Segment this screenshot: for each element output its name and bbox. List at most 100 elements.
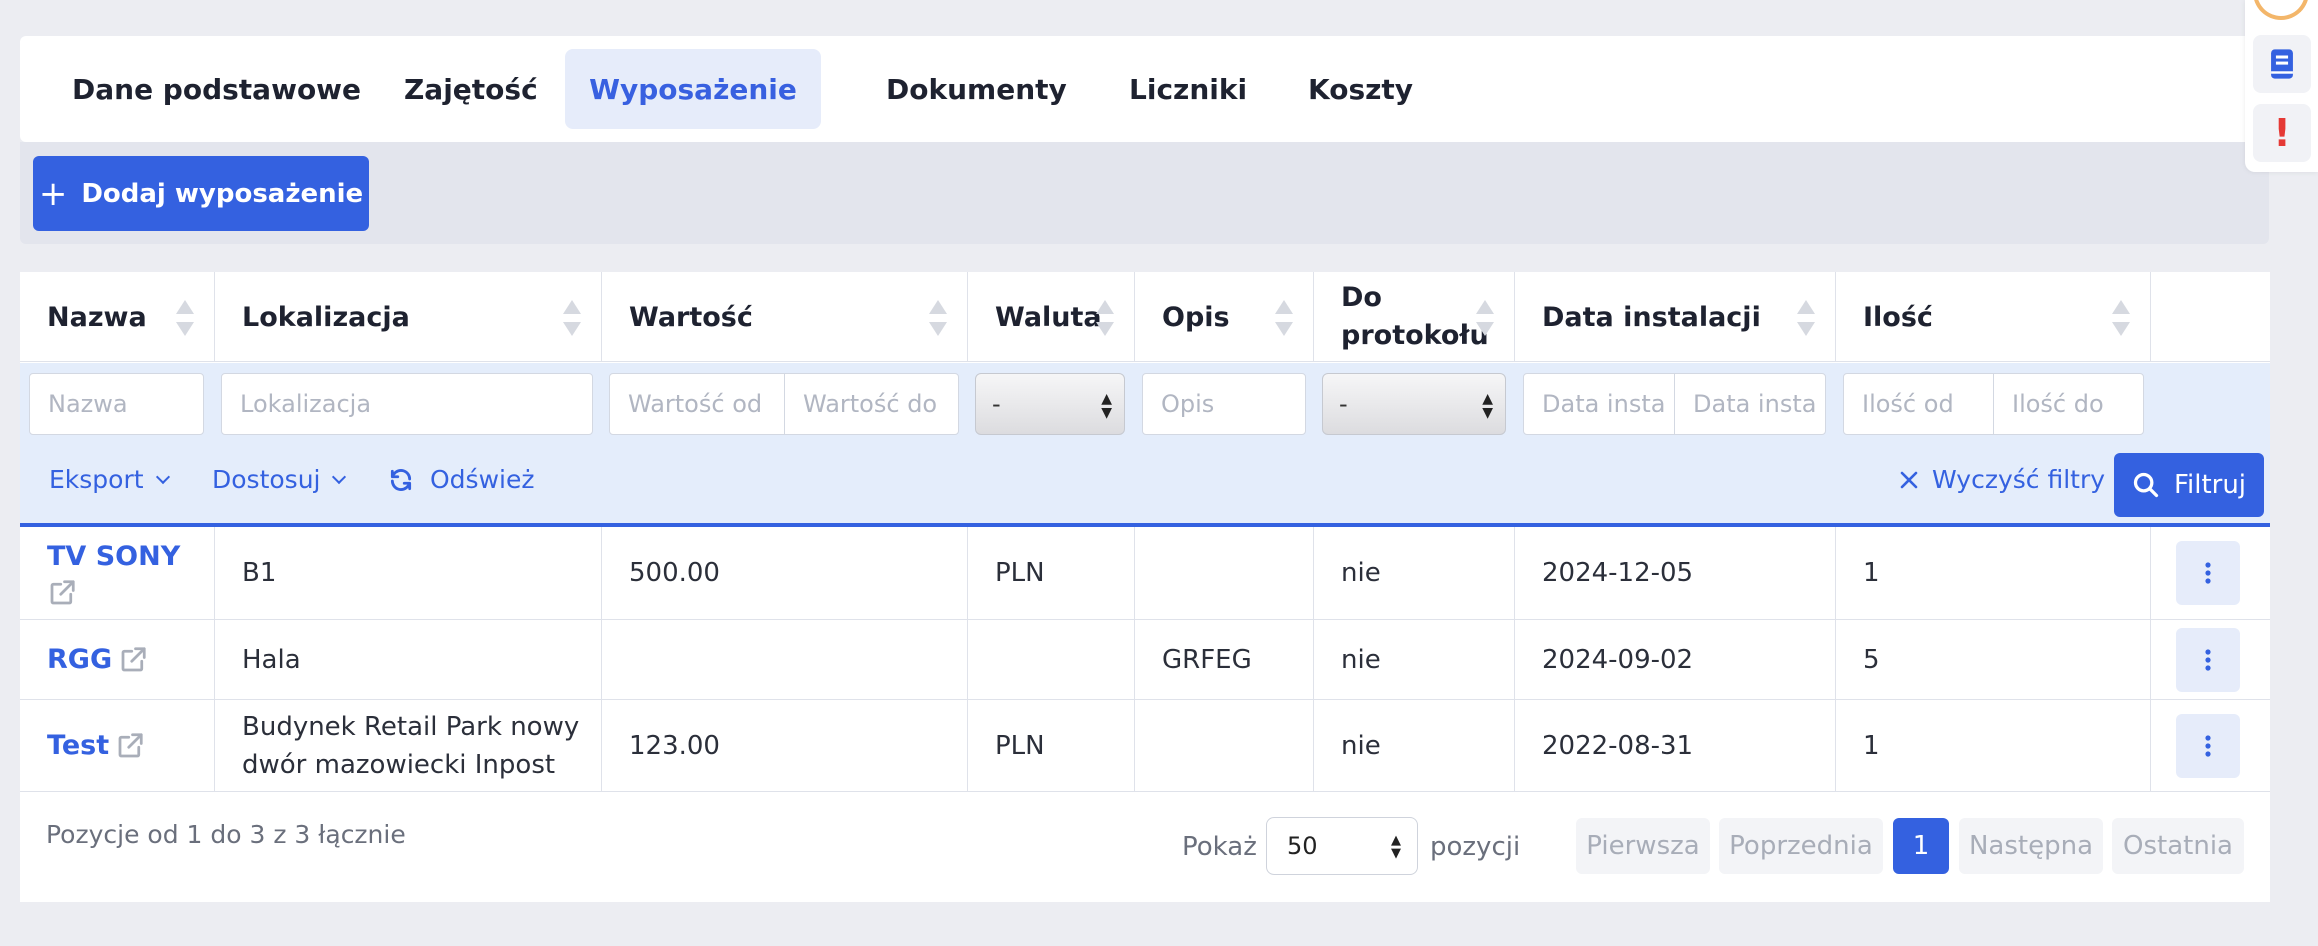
sort-icon [1797, 300, 1815, 336]
avatar-icon[interactable] [2253, 0, 2309, 20]
filter-wartosc-do-input[interactable]: Wartość do [784, 373, 959, 435]
page-size-value: 50 [1287, 832, 1318, 860]
cell-do-protokolu: nie [1314, 620, 1515, 699]
column-label: Do protokołu [1341, 282, 1489, 351]
table-row: TV SONY B1 500.00 PLN nie 2024-12-05 1 [20, 527, 2270, 620]
cell-wartosc [602, 620, 968, 699]
show-label: Pokaż [1182, 832, 1257, 862]
clear-filters-button[interactable]: Wyczyść filtry [1900, 465, 2105, 494]
column-label: Opis [1162, 301, 1230, 333]
sort-icon [2112, 300, 2130, 336]
filter-lokalizacja-input[interactable]: Lokalizacja [221, 373, 593, 435]
column-header-lokalizacja[interactable]: Lokalizacja [215, 272, 602, 362]
cell-opis [1135, 700, 1314, 791]
cell-nazwa: TV SONY [20, 527, 215, 619]
book-button[interactable] [2253, 35, 2311, 93]
item-link[interactable]: TV SONY [47, 538, 180, 576]
external-link-icon[interactable] [115, 731, 145, 761]
table-row: RGG Hala GRFEG nie 2024-09-02 5 [20, 620, 2270, 700]
tab-koszty[interactable]: Koszty [1270, 49, 1451, 129]
select-value: - [1339, 390, 1348, 418]
item-link[interactable]: RGG [47, 641, 112, 679]
close-icon [1900, 471, 1918, 488]
alert-button[interactable]: ! [2253, 104, 2311, 162]
customize-dropdown[interactable]: Dostosuj [212, 465, 347, 494]
pagination-current[interactable]: 1 [1893, 818, 1949, 874]
book-icon [2271, 49, 2293, 79]
select-arrows-icon: ▲ ▼ [1482, 391, 1493, 421]
select-arrows-icon: ▲ ▼ [1391, 833, 1401, 861]
column-header-data-instalacji[interactable]: Data instalacji [1515, 272, 1836, 362]
action-strip: + Dodaj wyposażenie [20, 142, 2269, 244]
table-tools: Eksport Dostosuj Odśwież Wyczyść filtry … [20, 453, 2270, 517]
filter-button[interactable]: Filtruj [2114, 453, 2264, 517]
column-header-opis[interactable]: Opis [1135, 272, 1314, 362]
column-label: Data instalacji [1542, 301, 1761, 333]
column-label: Nazwa [47, 301, 147, 333]
cell-data-instalacji: 2024-12-05 [1515, 527, 1836, 619]
chevron-down-icon [155, 469, 170, 484]
filter-waluta-select[interactable]: - ▲ ▼ [975, 373, 1125, 435]
filter-ilosc-do-input[interactable]: Ilość do [1993, 373, 2144, 435]
filter-do-protokolu-select[interactable]: - ▲ ▼ [1322, 373, 1506, 435]
sort-icon [1476, 300, 1494, 336]
add-equipment-label: Dodaj wyposażenie [81, 178, 364, 209]
tab-dokumenty[interactable]: Dokumenty [848, 49, 1105, 129]
cell-nazwa: Test [20, 700, 215, 791]
row-actions-button[interactable] [2176, 541, 2240, 605]
external-link-icon[interactable] [47, 578, 77, 608]
customize-label: Dostosuj [212, 465, 321, 494]
records-info: Pozycje od 1 do 3 z 3 łącznie [46, 820, 406, 849]
table-row: Test Budynek Retail Park nowy dwór mazow… [20, 700, 2270, 792]
cell-waluta: PLN [968, 700, 1135, 791]
kebab-menu-icon [2205, 648, 2211, 671]
column-label: Wartość [629, 301, 753, 333]
filter-wartosc-od-input[interactable]: Wartość od [609, 373, 785, 435]
side-panel: ! [2245, 0, 2318, 172]
refresh-button[interactable]: Odśwież [388, 465, 534, 494]
pagination-next[interactable]: Następna [1959, 818, 2103, 874]
cell-opis [1135, 527, 1314, 619]
page-size-select[interactable]: 50 ▲ ▼ [1266, 817, 1418, 875]
column-header-ilosc[interactable]: Ilość [1836, 272, 2151, 362]
column-label: Ilość [1863, 301, 1933, 333]
column-header-nazwa[interactable]: Nazwa [20, 272, 215, 362]
column-label: Lokalizacja [242, 301, 410, 333]
cell-lokalizacja: Hala [215, 620, 602, 699]
sort-icon [1275, 300, 1293, 336]
column-header-wartosc[interactable]: Wartość [602, 272, 968, 362]
filter-data-od-input[interactable]: Data insta [1523, 373, 1675, 435]
pagination-last[interactable]: Ostatnia [2112, 818, 2244, 874]
sort-icon [929, 300, 947, 336]
tab-wyposazenie[interactable]: Wyposażenie [565, 49, 821, 129]
filter-opis-input[interactable]: Opis [1142, 373, 1306, 435]
cell-lokalizacja: B1 [215, 527, 602, 619]
tab-liczniki[interactable]: Liczniki [1091, 49, 1285, 129]
tab-dane-podstawowe[interactable]: Dane podstawowe [34, 49, 399, 129]
cell-wartosc: 500.00 [602, 527, 968, 619]
clear-filters-label: Wyczyść filtry [1932, 465, 2106, 494]
column-header-waluta[interactable]: Waluta [968, 272, 1135, 362]
column-header-actions [2151, 272, 2270, 362]
pagination-first[interactable]: Pierwsza [1576, 818, 1710, 874]
add-equipment-button[interactable]: + Dodaj wyposażenie [33, 156, 369, 231]
external-link-icon[interactable] [118, 645, 148, 675]
filter-area: Nazwa Lokalizacja Wartość od Wartość do … [20, 363, 2270, 527]
pagination-prev[interactable]: Poprzednia [1719, 818, 1883, 874]
filter-ilosc-od-input[interactable]: Ilość od [1843, 373, 1994, 435]
filter-nazwa-input[interactable]: Nazwa [29, 373, 204, 435]
cell-lokalizacja: Budynek Retail Park nowy dwór mazowiecki… [215, 700, 602, 791]
filter-data-do-input[interactable]: Data insta [1674, 373, 1826, 435]
cell-ilosc: 1 [1836, 700, 2151, 791]
tab-zajetosc[interactable]: Zajętość [366, 49, 576, 129]
cell-actions [2151, 700, 2270, 791]
export-dropdown[interactable]: Eksport [49, 465, 170, 494]
row-actions-button[interactable] [2176, 627, 2240, 692]
export-label: Eksport [49, 465, 144, 494]
table-header: Nazwa Lokalizacja Wartość Waluta Opis Do… [20, 272, 2270, 362]
item-link[interactable]: Test [47, 727, 109, 765]
plus-icon: + [38, 173, 68, 214]
cell-nazwa: RGG [20, 620, 215, 699]
row-actions-button[interactable] [2176, 713, 2240, 778]
column-header-do-protokolu[interactable]: Do protokołu [1314, 272, 1515, 362]
